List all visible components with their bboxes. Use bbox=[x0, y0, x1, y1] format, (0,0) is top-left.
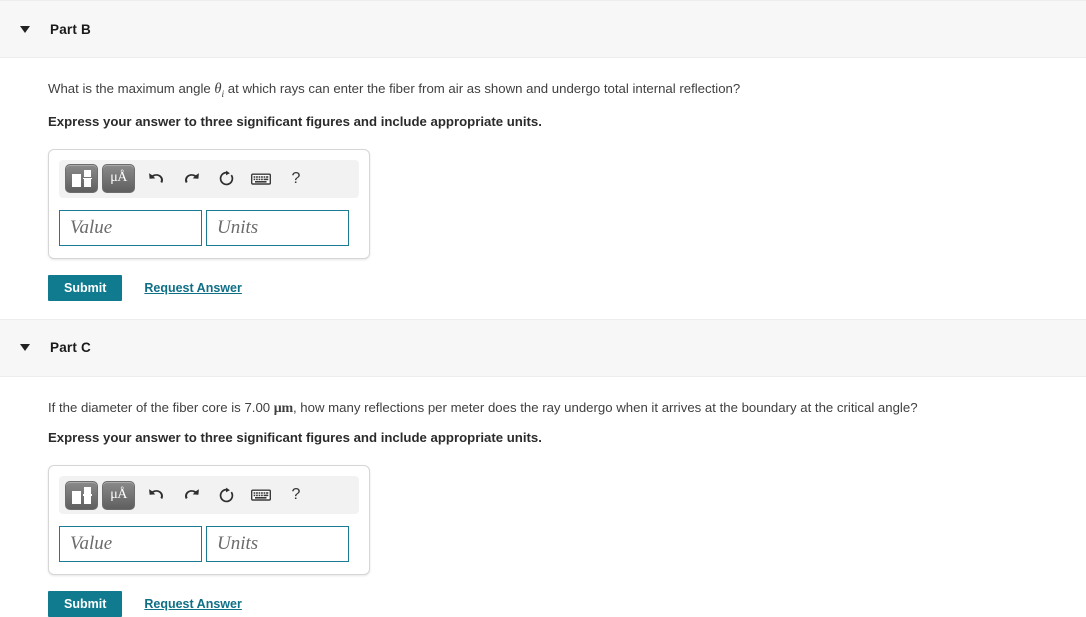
keyboard-button[interactable] bbox=[244, 480, 278, 510]
undo-button[interactable] bbox=[139, 164, 173, 194]
undo-icon bbox=[148, 489, 163, 500]
math-template-button[interactable] bbox=[65, 164, 98, 194]
keyboard-icon bbox=[251, 173, 271, 185]
theta-symbol: θi bbox=[214, 81, 225, 100]
question-text-prefix: What is the maximum angle bbox=[48, 81, 215, 96]
math-template-icon bbox=[72, 486, 92, 504]
undo-icon bbox=[148, 172, 163, 183]
part-c-title: Part C bbox=[50, 340, 91, 356]
part-c-body: If the diameter of the fiber core is 7.0… bbox=[0, 399, 1086, 617]
units-input[interactable]: Units bbox=[206, 526, 349, 563]
units-button[interactable]: μÅ bbox=[102, 164, 135, 194]
part-b-actions: Submit Request Answer bbox=[48, 274, 1086, 301]
reset-icon bbox=[219, 170, 233, 186]
part-section-b: Part B What is the maximum angle θi at w… bbox=[0, 0, 1086, 319]
part-c-instruction: Express your answer to three significant… bbox=[48, 430, 542, 446]
help-label: ? bbox=[291, 486, 301, 504]
part-b-title: Part B bbox=[50, 21, 91, 37]
math-template-button[interactable] bbox=[65, 480, 98, 510]
part-c-fields: Value Units bbox=[59, 526, 359, 563]
help-label: ? bbox=[291, 169, 301, 187]
value-input[interactable]: Value bbox=[59, 209, 202, 246]
undo-button[interactable] bbox=[139, 480, 173, 510]
request-answer-link[interactable]: Request Answer bbox=[144, 281, 241, 295]
part-b-instruction: Express your answer to three significant… bbox=[48, 113, 542, 129]
keyboard-icon bbox=[251, 489, 271, 501]
reset-button[interactable] bbox=[209, 164, 243, 194]
question-text-suffix: at which rays can enter the fiber from a… bbox=[224, 81, 741, 96]
submit-button[interactable]: Submit bbox=[48, 591, 123, 617]
redo-button[interactable] bbox=[174, 164, 208, 194]
redo-icon bbox=[184, 489, 199, 500]
keyboard-button[interactable] bbox=[244, 164, 278, 194]
triangle-down-icon[interactable] bbox=[20, 25, 30, 33]
units-input[interactable]: Units bbox=[206, 209, 349, 246]
request-answer-link[interactable]: Request Answer bbox=[144, 597, 241, 611]
submit-button[interactable]: Submit bbox=[48, 274, 123, 301]
math-template-icon bbox=[72, 170, 92, 188]
part-c-header[interactable]: Part C bbox=[0, 318, 1086, 377]
part-b-header[interactable]: Part B bbox=[0, 0, 1086, 58]
part-c-actions: Submit Request Answer bbox=[48, 591, 1086, 617]
help-button[interactable]: ? bbox=[279, 480, 313, 510]
question-text-suffix: , how many reflections per meter does th… bbox=[292, 399, 918, 415]
reset-icon bbox=[219, 487, 233, 502]
units-button-label: μÅ bbox=[110, 486, 127, 502]
reset-button[interactable] bbox=[209, 480, 243, 510]
part-b-body: What is the maximum angle θi at which ra… bbox=[0, 80, 1086, 319]
question-text-prefix: If the diameter of the fiber core is 7.0… bbox=[48, 399, 274, 415]
part-section-c: Part C If the diameter of the fiber core… bbox=[0, 318, 1086, 617]
redo-icon bbox=[184, 172, 199, 183]
part-c-answer-card: μÅ ? Value Units bbox=[48, 465, 370, 576]
part-b-question: What is the maximum angle θi at which ra… bbox=[48, 80, 1086, 102]
value-input[interactable]: Value bbox=[59, 526, 202, 563]
part-b-fields: Value Units bbox=[59, 209, 359, 246]
redo-button[interactable] bbox=[174, 480, 208, 510]
micrometer-unit: μm bbox=[273, 400, 293, 416]
part-c-question: If the diameter of the fiber core is 7.0… bbox=[48, 399, 1086, 419]
units-button-label: μÅ bbox=[110, 170, 127, 186]
triangle-down-icon[interactable] bbox=[20, 344, 30, 352]
part-b-answer-card: μÅ ? Value Units bbox=[48, 148, 370, 259]
units-button[interactable]: μÅ bbox=[102, 480, 135, 510]
help-button[interactable]: ? bbox=[279, 164, 313, 194]
part-b-toolbar: μÅ ? bbox=[59, 159, 359, 198]
part-c-toolbar: μÅ ? bbox=[59, 476, 359, 515]
